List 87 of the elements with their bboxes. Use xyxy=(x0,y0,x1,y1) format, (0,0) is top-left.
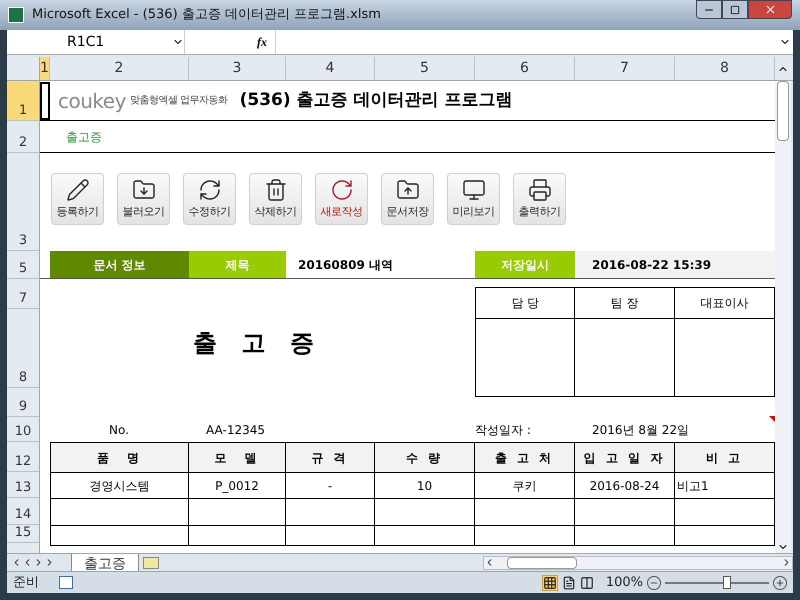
row-header[interactable]: 2 xyxy=(18,134,28,152)
monitor-icon xyxy=(462,178,486,202)
name-box[interactable]: R1C1 xyxy=(7,30,185,54)
approval-header: 담 당 xyxy=(476,288,576,318)
field-label: 저장일시 xyxy=(475,251,575,278)
page-break-icon[interactable] xyxy=(580,576,594,590)
toolbar-button[interactable]: 새로작성 xyxy=(315,173,368,225)
scrollbar-thumb[interactable] xyxy=(507,556,577,568)
column-header[interactable]: 4 xyxy=(286,57,375,80)
page-layout-icon[interactable] xyxy=(562,576,576,590)
column-heading: 품 명 xyxy=(51,443,189,472)
column-header[interactable]: 5 xyxy=(375,57,475,80)
sheet-title: (536) 출고증 데이터관리 프로그램 xyxy=(240,88,512,112)
row-header[interactable]: 13 xyxy=(14,479,32,497)
section-label: 문서 정보 xyxy=(50,251,189,278)
scrollbar-thumb[interactable] xyxy=(777,81,789,141)
column-header[interactable]: 2 xyxy=(50,57,189,80)
row-header[interactable]: 15 xyxy=(14,525,32,542)
subtitle: 출고증 xyxy=(66,128,102,146)
row-header[interactable]: 8 xyxy=(18,369,28,387)
row-header[interactable]: 3 xyxy=(18,232,28,250)
circular-arrow-icon xyxy=(330,178,354,202)
zoom-level: 100% xyxy=(606,574,643,592)
column-heading: 규 격 xyxy=(286,443,375,472)
vertical-scrollbar[interactable] xyxy=(775,81,791,553)
date-value: 2016년 8월 22일 xyxy=(592,422,690,438)
column-header[interactable]: 6 xyxy=(475,57,575,80)
number-value: AA-12345 xyxy=(206,422,266,438)
title-value: 20160809 내역 xyxy=(298,256,393,274)
row-header[interactable]: 7 xyxy=(18,290,28,308)
table-cell: 경영시스템 xyxy=(51,473,189,498)
horizontal-scrollbar[interactable] xyxy=(483,556,793,570)
zoom-out-button[interactable] xyxy=(647,576,661,590)
zoom-in-button[interactable] xyxy=(773,576,787,590)
close-button[interactable] xyxy=(748,0,792,19)
table-cell: 2016-08-24 xyxy=(575,473,675,498)
minimize-button[interactable] xyxy=(696,0,722,19)
toolbar-button[interactable]: 등록하기 xyxy=(51,173,104,225)
column-heading: 수 량 xyxy=(375,443,475,472)
toolbar-button[interactable]: 미리보기 xyxy=(447,173,500,225)
pencil-icon xyxy=(66,178,90,202)
row-header[interactable]: 9 xyxy=(18,398,28,416)
row-header[interactable]: 1 xyxy=(18,102,28,120)
column-heading: 입 고 일 자 xyxy=(575,443,675,472)
table-cell: P_0012 xyxy=(189,473,286,498)
column-header[interactable]: 8 xyxy=(675,57,775,80)
saved-date-value: 2016-08-22 15:39 xyxy=(575,251,775,278)
printer-icon xyxy=(528,178,552,202)
column-heading: 출 고 처 xyxy=(475,443,575,472)
excel-icon xyxy=(8,7,24,23)
maximize-icon xyxy=(730,4,740,14)
column-header[interactable]: 7 xyxy=(575,57,675,80)
toolbar-button[interactable]: 불러오기 xyxy=(117,173,170,225)
column-header[interactable]: 3 xyxy=(189,57,286,80)
row-header[interactable]: 12 xyxy=(14,453,32,471)
zoom-slider[interactable] xyxy=(665,576,769,590)
approval-header: 팀 장 xyxy=(575,288,675,318)
table-cell: - xyxy=(286,473,375,498)
tagline: 맞춤형엑셀 업무자동화 xyxy=(130,94,228,108)
window-title: Microsoft Excel - (536) 출고증 데이터관리 프로그램.xlsm xyxy=(32,6,381,24)
row-header[interactable]: 5 xyxy=(18,260,28,278)
row-header[interactable]: 10 xyxy=(14,423,32,441)
toolbar-button[interactable]: 삭제하기 xyxy=(249,173,302,225)
plus-icon xyxy=(775,578,785,588)
table-cell: 10 xyxy=(375,473,475,498)
column-header[interactable]: 1 xyxy=(40,57,50,80)
insert-function-button[interactable]: fx xyxy=(257,33,267,51)
date-label: 작성일자 : xyxy=(475,422,532,438)
approval-header: 대표이사 xyxy=(699,295,750,312)
trash-icon xyxy=(264,178,288,202)
status-text: 준비 xyxy=(13,574,39,592)
table-cell: 쿠키 xyxy=(475,473,575,498)
field-label: 제목 xyxy=(189,251,286,278)
toolbar-button[interactable]: 수정하기 xyxy=(183,173,236,225)
toolbar-button[interactable]: 문서저장 xyxy=(381,173,434,225)
refresh-icon xyxy=(198,178,222,202)
sheet-tab[interactable]: 출고증 xyxy=(71,554,139,572)
zoom-thumb[interactable] xyxy=(722,576,731,588)
close-icon xyxy=(764,3,776,16)
brand-logo: coukey xyxy=(58,88,126,114)
toolbar-button[interactable]: 출력하기 xyxy=(513,173,566,225)
number-label: No. xyxy=(109,422,130,438)
normal-view-icon[interactable] xyxy=(542,574,558,590)
form-heading: 출 고 증 xyxy=(193,328,322,358)
column-heading: 모 델 xyxy=(189,443,286,472)
row-header[interactable]: 14 xyxy=(14,506,32,524)
maximize-button[interactable] xyxy=(722,0,748,19)
